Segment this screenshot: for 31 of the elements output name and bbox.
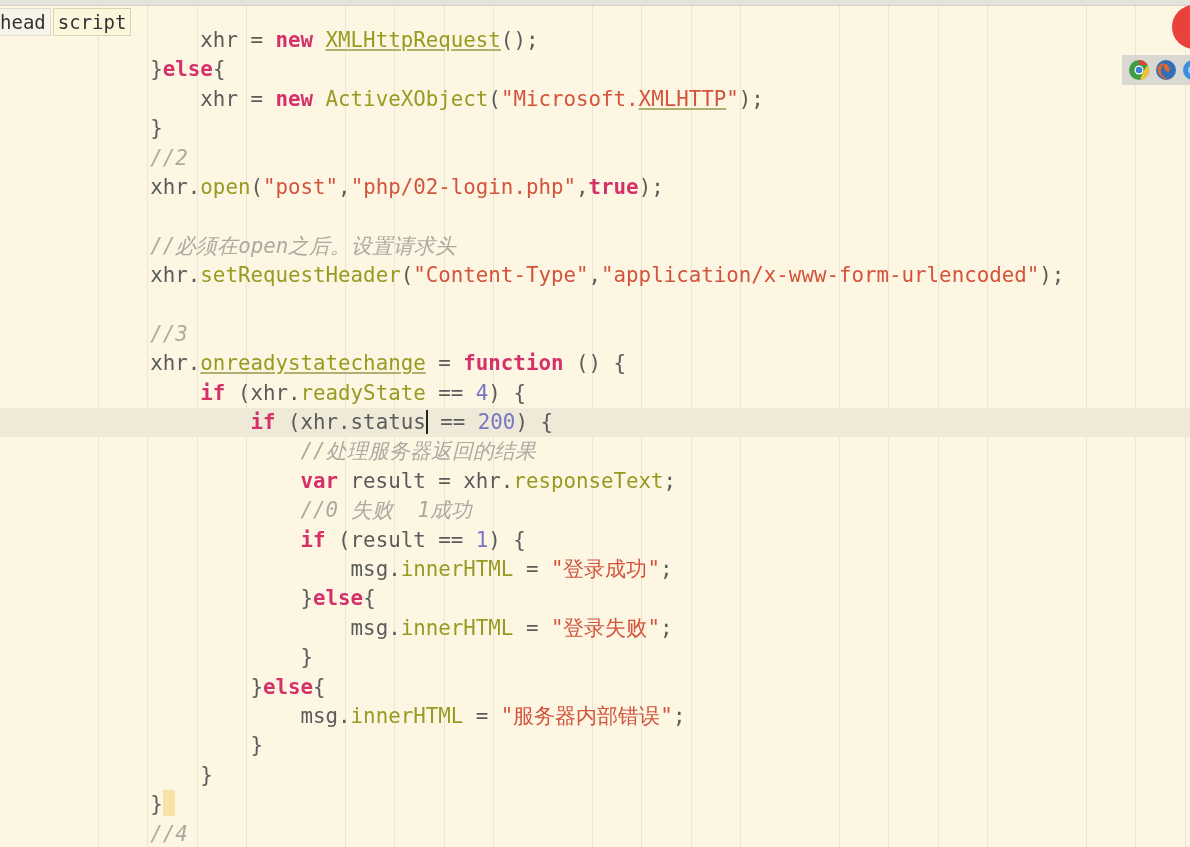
round-logo-icon[interactable] <box>1155 59 1177 81</box>
code-line: }else{ <box>300 585 376 613</box>
code-line: } <box>200 761 213 789</box>
code-line: }else{ <box>150 56 226 84</box>
code-line: //4 <box>150 820 188 847</box>
code-line: //处理服务器返回的结果 <box>300 438 536 466</box>
breadcrumb-item[interactable]: script <box>52 8 132 36</box>
code-line: } <box>150 791 163 819</box>
code-line: xhr.onreadystatechange = function () { <box>150 350 627 378</box>
code-line: msg.innerHTML = "登录成功"; <box>350 556 673 584</box>
code-line: //0 失败 1成功 <box>300 497 473 525</box>
code-line: xhr.open("post","php/02-login.php",true); <box>150 173 664 201</box>
breadcrumb-item[interactable]: head <box>0 8 51 36</box>
round-logo-icon[interactable] <box>1128 59 1150 81</box>
code-line: //3 <box>150 320 188 348</box>
code-line: msg.innerHTML = "服务器内部错误"; <box>300 703 686 730</box>
code-line: } <box>150 115 163 143</box>
code-line: } <box>250 732 263 760</box>
code-line: xhr.setRequestHeader("Content-Type","application/x-www-form-urlencoded"); <box>150 262 1065 290</box>
code-line: }else{ <box>250 673 326 701</box>
code-line: } <box>300 644 314 672</box>
code-line: xhr = new XMLHttpRequest(); <box>200 27 539 54</box>
code-line: //2 <box>150 144 188 172</box>
code-line: if (xhr.readyState == 4) { <box>200 379 526 407</box>
code-line: if (xhr.status == 200) { <box>250 409 553 437</box>
code-line: if (result == 1) { <box>300 526 526 554</box>
code-line: var result = xhr.responseText; <box>300 467 677 495</box>
code-line: xhr = new ActiveXObject("Microsoft.XMLHTTP"); <box>200 85 764 113</box>
code-line: msg.innerHTML = "登录失败"; <box>350 614 673 642</box>
code-line: //必须在open之后。设置请求头 <box>150 232 457 260</box>
badge-icon <box>1170 4 1190 50</box>
